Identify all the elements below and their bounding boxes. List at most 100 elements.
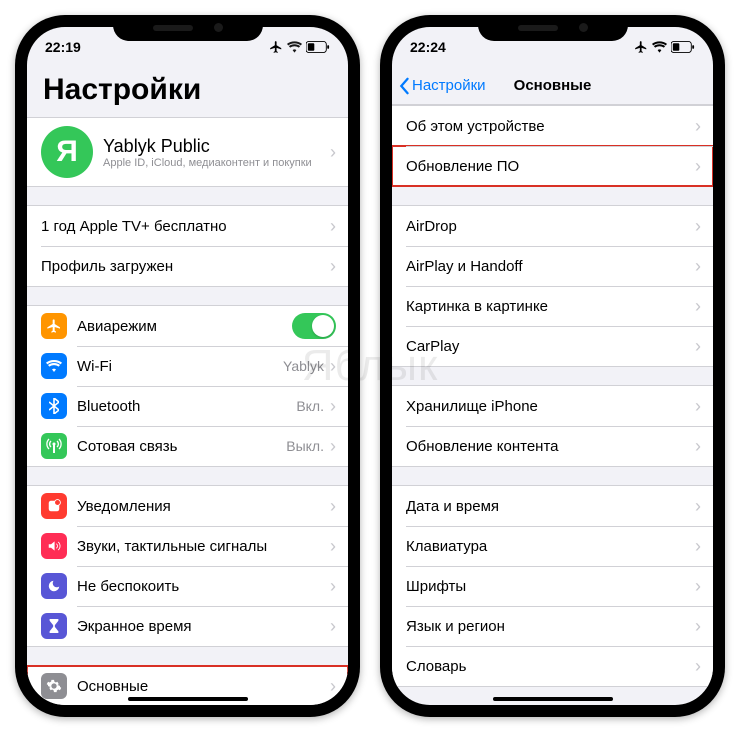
- chevron-right-icon: ›: [330, 536, 336, 557]
- group-apple-id: Я Yablyk Public Apple ID, iCloud, медиак…: [27, 117, 348, 187]
- label: Шрифты: [406, 578, 695, 595]
- row-carplay[interactable]: CarPlay›: [392, 326, 713, 366]
- chevron-left-icon: [398, 77, 410, 95]
- label: Bluetooth: [77, 398, 296, 415]
- back-button[interactable]: Настройки: [392, 77, 486, 95]
- row-pip[interactable]: Картинка в картинке›: [392, 286, 713, 326]
- chevron-right-icon: ›: [695, 576, 701, 597]
- status-time: 22:24: [410, 39, 446, 55]
- row-cellular[interactable]: Сотовая связь Выкл. ›: [27, 426, 348, 466]
- chevron-right-icon: ›: [330, 256, 336, 277]
- row-date-time[interactable]: Дата и время›: [392, 486, 713, 526]
- row-screen-time[interactable]: Экранное время ›: [27, 606, 348, 646]
- apple-id-name: Yablyk Public: [103, 136, 330, 157]
- chevron-right-icon: ›: [695, 336, 701, 357]
- row-background-refresh[interactable]: Обновление контента›: [392, 426, 713, 466]
- status-indicators: [269, 40, 330, 54]
- row-sounds[interactable]: Звуки, тактильные сигналы ›: [27, 526, 348, 566]
- label: Клавиатура: [406, 538, 695, 555]
- chevron-right-icon: ›: [695, 656, 701, 677]
- group-network: Авиарежим Wi-Fi Yablyk › Bluetooth Вкл. …: [27, 305, 348, 467]
- row-dictionary[interactable]: Словарь›: [392, 646, 713, 686]
- speaker-icon: [41, 533, 67, 559]
- row-about[interactable]: Об этом устройстве ›: [392, 106, 713, 146]
- row-do-not-disturb[interactable]: Не беспокоить ›: [27, 566, 348, 606]
- label: Картинка в картинке: [406, 298, 695, 315]
- label: Об этом устройстве: [406, 118, 695, 135]
- apple-id-sub: Apple ID, iCloud, медиаконтент и покупки: [103, 157, 330, 169]
- airplane-icon: [41, 313, 67, 339]
- chevron-right-icon: ›: [330, 436, 336, 457]
- chevron-right-icon: ›: [330, 616, 336, 637]
- chevron-right-icon: ›: [330, 396, 336, 417]
- avatar: Я: [41, 126, 93, 178]
- row-airplane-mode[interactable]: Авиарежим: [27, 306, 348, 346]
- detail: Вкл.: [296, 398, 324, 414]
- hourglass-icon: [41, 613, 67, 639]
- status-time: 22:19: [45, 39, 81, 55]
- group-about: Об этом устройстве › Обновление ПО ›: [392, 105, 713, 187]
- label: Экранное время: [77, 618, 330, 635]
- row-airdrop[interactable]: AirDrop›: [392, 206, 713, 246]
- chevron-right-icon: ›: [695, 216, 701, 237]
- label: AirDrop: [406, 218, 695, 235]
- row-bluetooth[interactable]: Bluetooth Вкл. ›: [27, 386, 348, 426]
- chevron-right-icon: ›: [695, 436, 701, 457]
- phone-left: 22:19 Настройки Я Yablyk Public Apple ID…: [15, 15, 360, 717]
- label: Уведомления: [77, 498, 330, 515]
- apple-id-row[interactable]: Я Yablyk Public Apple ID, iCloud, медиак…: [27, 118, 348, 186]
- row-profile-loaded[interactable]: Профиль загружен ›: [27, 246, 348, 286]
- screen-right: 22:24 Настройки Основные Об этом устройс…: [392, 27, 713, 705]
- label: Обновление контента: [406, 438, 695, 455]
- row-notifications[interactable]: Уведомления ›: [27, 486, 348, 526]
- detail: Выкл.: [286, 438, 324, 454]
- general-list[interactable]: Об этом устройстве › Обновление ПО › Air…: [392, 105, 713, 705]
- label: Язык и регион: [406, 618, 695, 635]
- row-wifi[interactable]: Wi-Fi Yablyk ›: [27, 346, 348, 386]
- back-label: Настройки: [412, 77, 486, 94]
- row-airplay[interactable]: AirPlay и Handoff›: [392, 246, 713, 286]
- label: Профиль загружен: [41, 258, 330, 275]
- notch: [113, 15, 263, 41]
- chevron-right-icon: ›: [330, 676, 336, 697]
- row-software-update[interactable]: Обновление ПО ›: [392, 146, 713, 186]
- moon-icon: [41, 573, 67, 599]
- row-keyboard[interactable]: Клавиатура›: [392, 526, 713, 566]
- settings-list[interactable]: Я Yablyk Public Apple ID, iCloud, медиак…: [27, 117, 348, 705]
- chevron-right-icon: ›: [695, 396, 701, 417]
- chevron-right-icon: ›: [330, 576, 336, 597]
- chevron-right-icon: ›: [695, 616, 701, 637]
- chevron-right-icon: ›: [695, 156, 701, 177]
- row-appletv-promo[interactable]: 1 год Apple TV+ бесплатно ›: [27, 206, 348, 246]
- status-indicators: [634, 40, 695, 54]
- notifications-icon: [41, 493, 67, 519]
- row-fonts[interactable]: Шрифты›: [392, 566, 713, 606]
- row-storage[interactable]: Хранилище iPhone›: [392, 386, 713, 426]
- battery-icon: [306, 41, 330, 53]
- chevron-right-icon: ›: [695, 496, 701, 517]
- label: Сотовая связь: [77, 438, 286, 455]
- label: 1 год Apple TV+ бесплатно: [41, 218, 330, 235]
- group-storage: Хранилище iPhone› Обновление контента›: [392, 385, 713, 467]
- chevron-right-icon: ›: [330, 496, 336, 517]
- chevron-right-icon: ›: [695, 536, 701, 557]
- chevron-right-icon: ›: [695, 116, 701, 137]
- wifi-icon: [41, 353, 67, 379]
- phone-right: 22:24 Настройки Основные Об этом устройс…: [380, 15, 725, 717]
- wifi-icon: [287, 41, 302, 53]
- airplane-icon: [269, 40, 283, 54]
- group-airdrop: AirDrop› AirPlay и Handoff› Картинка в к…: [392, 205, 713, 367]
- screen-left: 22:19 Настройки Я Yablyk Public Apple ID…: [27, 27, 348, 705]
- airplane-toggle[interactable]: [292, 313, 336, 339]
- label: Звуки, тактильные сигналы: [77, 538, 330, 555]
- label: Хранилище iPhone: [406, 398, 695, 415]
- home-indicator[interactable]: [493, 697, 613, 701]
- chevron-right-icon: ›: [695, 296, 701, 317]
- row-language-region[interactable]: Язык и регион›: [392, 606, 713, 646]
- wifi-icon: [652, 41, 667, 53]
- battery-icon: [671, 41, 695, 53]
- group-date-lang: Дата и время› Клавиатура› Шрифты› Язык и…: [392, 485, 713, 687]
- home-indicator[interactable]: [128, 697, 248, 701]
- chevron-right-icon: ›: [330, 356, 336, 377]
- detail: Yablyk: [283, 358, 324, 374]
